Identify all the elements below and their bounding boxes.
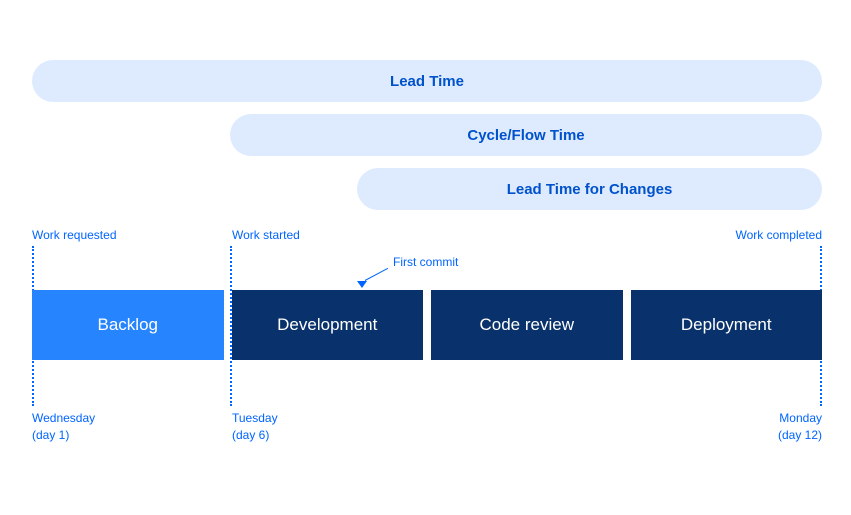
stage-development: Development <box>232 290 424 360</box>
metric-cycle-time: Cycle/Flow Time <box>230 114 822 156</box>
event-work-completed: Work completed <box>736 228 822 244</box>
annotation-first-commit: First commit <box>393 255 458 269</box>
event-work-requested: Work requested <box>32 228 117 244</box>
day-label-2: Tuesday (day 6) <box>232 410 278 444</box>
metric-lead-time-changes: Lead Time for Changes <box>357 168 822 210</box>
day-name: Tuesday <box>232 411 278 425</box>
day-name: Wednesday <box>32 411 95 425</box>
arrow-down-icon <box>357 281 367 288</box>
metric-lead-time: Lead Time <box>32 60 822 102</box>
day-num: (day 1) <box>32 428 69 442</box>
stage-deployment: Deployment <box>631 290 823 360</box>
stages-row: Backlog Development Code review Deployme… <box>32 290 822 360</box>
day-num: (day 12) <box>778 428 822 442</box>
stage-code-review: Code review <box>431 290 623 360</box>
day-label-1: Wednesday (day 1) <box>32 410 95 444</box>
day-name: Monday <box>779 411 822 425</box>
annotation-line <box>365 268 388 281</box>
day-num: (day 6) <box>232 428 269 442</box>
day-label-3: Monday (day 12) <box>778 410 822 444</box>
event-work-started: Work started <box>232 228 300 244</box>
stage-backlog: Backlog <box>32 290 224 360</box>
